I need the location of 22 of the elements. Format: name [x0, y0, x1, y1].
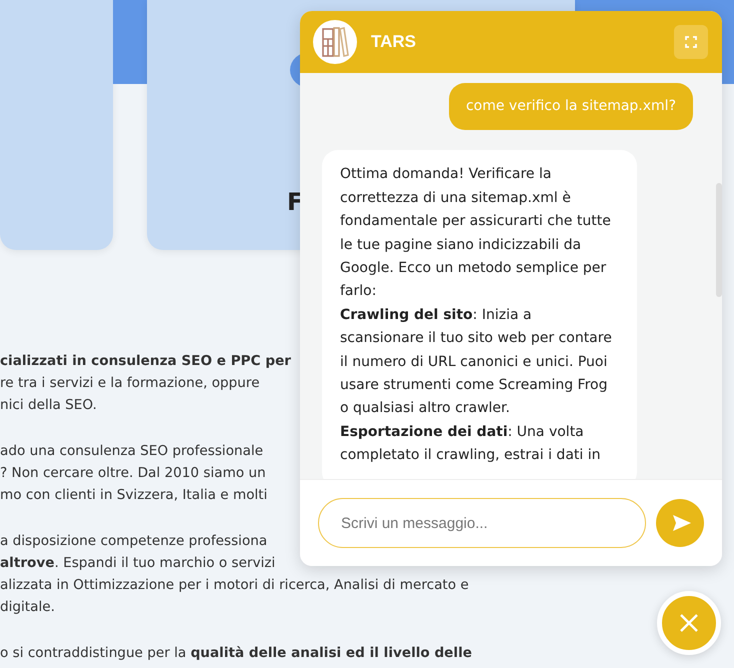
paragraph-line: ado una consulenza SEO professionale	[0, 442, 264, 461]
paragraph-line: alizzata in Ottimizzazione per i motori di ricerca, Analisi di mercato e	[0, 576, 469, 595]
scrollbar-thumb[interactable]	[716, 183, 722, 297]
bot-message: Ottima domanda! Verificare la correttezza di una sitemap.xml è fondamentale per assicurarti che tutte le tue pagine siano indicizzabili da Google. Ecco un metodo semplice per farlo: Crawling del sito: Inizia a scansionare il tuo sito web per contare il numero di URL canonici e unici. Puoi usare strumenti come Screaming Frog o qualsiasi altro crawler. Esportazione dei dati: Una volta completato il crawling, estrai i dati in	[322, 150, 637, 479]
paragraph-line: o si contraddistingue per la qualità delle analisi ed il livello delle	[0, 644, 472, 663]
paragraph-line: ? Non cercare oltre. Dal 2010 siamo un	[0, 464, 266, 483]
chat-title: TARS	[371, 32, 418, 52]
paragraph-line: nici della SEO.	[0, 396, 97, 415]
close-icon	[679, 613, 699, 633]
fullscreen-icon	[685, 36, 697, 48]
paragraph-line: cializzati in consulenza SEO e PPC per	[0, 352, 291, 371]
paragraph-line: re tra i servizi e la formazione, oppure	[0, 374, 260, 393]
user-message: come verifico la sitemap.xml?	[448, 83, 693, 130]
paragraph-line: digitale.	[0, 598, 55, 617]
paragraph-line: mo con clienti in Svizzera, Italia e molti	[0, 486, 268, 505]
send-icon	[672, 514, 692, 532]
paragraph-line: altrove. Espandi il tuo marchio o servizi	[0, 554, 276, 573]
fullscreen-button[interactable]	[674, 25, 708, 59]
avatar-icon	[313, 20, 357, 64]
message-input[interactable]: Scrivi un messaggio...	[318, 498, 646, 548]
paragraph-line: a disposizione competenze professiona	[0, 532, 268, 551]
send-button[interactable]	[656, 499, 704, 547]
